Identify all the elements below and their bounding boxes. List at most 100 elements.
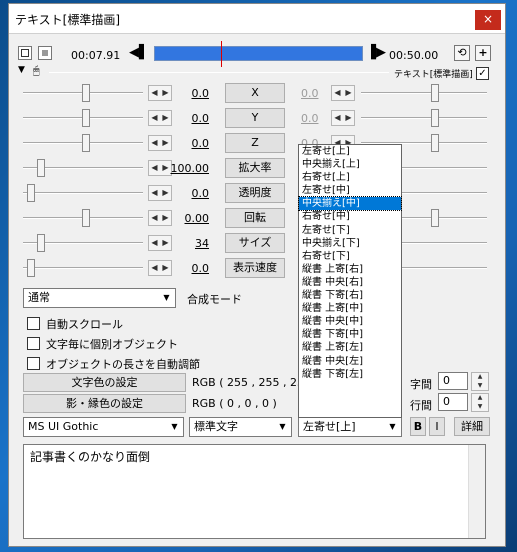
per-char-object-checkbox[interactable] <box>27 337 40 350</box>
align-option[interactable]: 縦書 下寄[右] <box>299 289 401 302</box>
param-button-speed[interactable]: 表示速度 <box>225 258 285 278</box>
auto-scroll-checkbox[interactable] <box>27 317 40 330</box>
param-button-scale[interactable]: 拡大率 <box>225 158 285 178</box>
italic-button[interactable]: I <box>429 417 445 436</box>
close-button[interactable]: × <box>475 10 501 30</box>
blend-mode-select[interactable]: 通常 ▼ <box>23 288 176 308</box>
object-enable-checkbox[interactable]: ✓ <box>476 67 489 80</box>
slider-thumb-left[interactable] <box>37 159 45 177</box>
video-icon[interactable] <box>18 46 32 60</box>
collapse-arrow-icon[interactable]: ▼ <box>18 65 25 75</box>
align-dropdown-list[interactable]: 左寄せ[上] 中央揃え[上] 右寄せ[上] 左寄せ[中] 中央揃え[中] 右寄せ[中] 左寄… <box>298 144 402 418</box>
per-char-object-label: 文字毎に個別オブジェクト <box>46 338 178 351</box>
value-left-x[interactable]: 0.0 <box>169 87 210 100</box>
slider-thumb-right[interactable] <box>431 84 439 102</box>
char-spacing-input[interactable]: 0 <box>438 372 468 390</box>
value-stepper-right[interactable]: ◀▶ <box>331 110 355 126</box>
value-left-rotation[interactable]: 0.00 <box>169 212 210 225</box>
align-option[interactable]: 右寄せ[中] <box>299 210 401 223</box>
window-title: テキスト[標準描画] <box>15 13 121 27</box>
current-time: 00:07.91 <box>71 49 121 62</box>
align-option[interactable]: 中央揃え[下] <box>299 237 401 250</box>
mouse-icon: 🖱 <box>33 64 40 77</box>
timeline-bar[interactable] <box>154 41 363 67</box>
font-style-select[interactable]: 標準文字 ▼ <box>189 417 292 437</box>
slider-thumb-right[interactable] <box>431 134 439 152</box>
slider-thumb-left[interactable] <box>37 234 45 252</box>
align-option[interactable]: 縦書 上寄[中] <box>299 302 401 315</box>
object-name: テキスト[標準描画] <box>394 70 473 80</box>
line-spacing-spinner[interactable]: ▲ ▼ <box>471 393 489 412</box>
param-button-y[interactable]: Y <box>225 108 285 128</box>
align-option[interactable]: 縦書 中央[右] <box>299 276 401 289</box>
slider-thumb-left[interactable] <box>82 134 90 152</box>
text-input-area[interactable]: 記事書くのかなり面倒 <box>23 444 486 539</box>
align-option[interactable]: 縦書 中央[左] <box>299 355 401 368</box>
param-button-z[interactable]: Z <box>225 133 285 153</box>
line-spacing-input[interactable]: 0 <box>438 393 468 411</box>
value-left-size[interactable]: 34 <box>169 237 209 250</box>
font-family-select[interactable]: MS UI Gothic ▼ <box>23 417 184 437</box>
chevron-down-icon: ▼ <box>274 418 291 436</box>
align-select[interactable]: 左寄せ[上] ▼ <box>298 417 402 437</box>
blend-mode-value: 通常 <box>28 291 50 304</box>
font-family-value: MS UI Gothic <box>28 420 99 433</box>
align-option[interactable]: 縦書 下寄[左] <box>299 368 401 381</box>
text-color-button[interactable]: 文字色の設定 <box>23 373 186 392</box>
value-left-opacity[interactable]: 0.0 <box>169 187 210 200</box>
slider-track-right[interactable] <box>361 117 487 119</box>
loop-button[interactable]: ⟲ <box>454 45 470 61</box>
align-value: 左寄せ[上] <box>303 420 356 433</box>
slider-track-left[interactable] <box>23 192 143 194</box>
slider-thumb-left[interactable] <box>82 209 90 227</box>
slider-thumb-left[interactable] <box>27 259 35 277</box>
slider-thumb-left[interactable] <box>82 109 90 127</box>
param-button-x[interactable]: X <box>225 83 285 103</box>
align-option[interactable]: 左寄せ[中] <box>299 184 401 197</box>
detail-button[interactable]: 詳細 <box>454 417 490 436</box>
char-spacing-spinner[interactable]: ▲ ▼ <box>471 372 489 391</box>
align-option[interactable]: 左寄せ[下] <box>299 224 401 237</box>
bold-button[interactable]: B <box>410 417 426 436</box>
auto-scroll-label: 自動スクロール <box>46 318 123 331</box>
value-left-scale[interactable]: 100.00 <box>169 162 210 175</box>
value-stepper-right[interactable]: ◀▶ <box>331 85 355 101</box>
slider-thumb-left[interactable] <box>82 84 90 102</box>
param-button-opacity[interactable]: 透明度 <box>225 183 285 203</box>
next-button[interactable]: ▐▶ <box>366 45 386 60</box>
align-option[interactable]: 縦書 上寄[右] <box>299 263 401 276</box>
param-button-size[interactable]: サイズ <box>225 233 285 253</box>
header-divider <box>49 72 389 73</box>
align-option[interactable]: 縦書 下寄[中] <box>299 328 401 341</box>
add-button[interactable]: + <box>475 45 491 61</box>
align-option[interactable]: 縦書 中央[中] <box>299 315 401 328</box>
shadow-color-button[interactable]: 影・縁色の設定 <box>23 394 186 413</box>
param-button-rotation[interactable]: 回転 <box>225 208 285 228</box>
frame-icon[interactable] <box>38 46 52 60</box>
prev-button[interactable]: ◀▌ <box>129 45 149 60</box>
auto-length-checkbox[interactable] <box>27 357 40 370</box>
playhead[interactable] <box>221 41 222 67</box>
align-option[interactable]: 右寄せ[上] <box>299 171 401 184</box>
auto-length-label: オブジェクトの長さを自動調節 <box>46 358 200 371</box>
align-option[interactable]: 縦書 上寄[左] <box>299 341 401 354</box>
slider-thumb-right[interactable] <box>431 209 439 227</box>
slider-track-left[interactable] <box>23 267 143 269</box>
text-color-rgb: RGB ( 255 , 255 , 255 <box>192 376 311 389</box>
align-option[interactable]: 中央揃え[中] <box>298 196 402 212</box>
align-option[interactable]: 左寄せ[上] <box>299 145 401 158</box>
slider-track-right[interactable] <box>361 92 487 94</box>
line-spacing-label: 行間 <box>410 399 432 412</box>
vertical-scrollbar[interactable] <box>468 445 485 538</box>
shadow-color-rgb: RGB ( 0 , 0 , 0 ) <box>192 397 277 410</box>
slider-thumb-right[interactable] <box>431 109 439 127</box>
settings-window: テキスト[標準描画] × 00:07.91 ◀▌ ▐▶ 00:50.00 ⟲ +… <box>8 3 506 547</box>
align-option[interactable]: 中央揃え[上] <box>299 158 401 171</box>
value-left-z[interactable]: 0.0 <box>169 137 210 150</box>
char-spacing-label: 字間 <box>410 378 432 391</box>
value-left-y[interactable]: 0.0 <box>169 112 210 125</box>
chevron-down-icon: ▼ <box>158 289 175 307</box>
value-left-speed[interactable]: 0.0 <box>169 262 210 275</box>
align-option[interactable]: 右寄せ[下] <box>299 250 401 263</box>
slider-thumb-left[interactable] <box>27 184 35 202</box>
